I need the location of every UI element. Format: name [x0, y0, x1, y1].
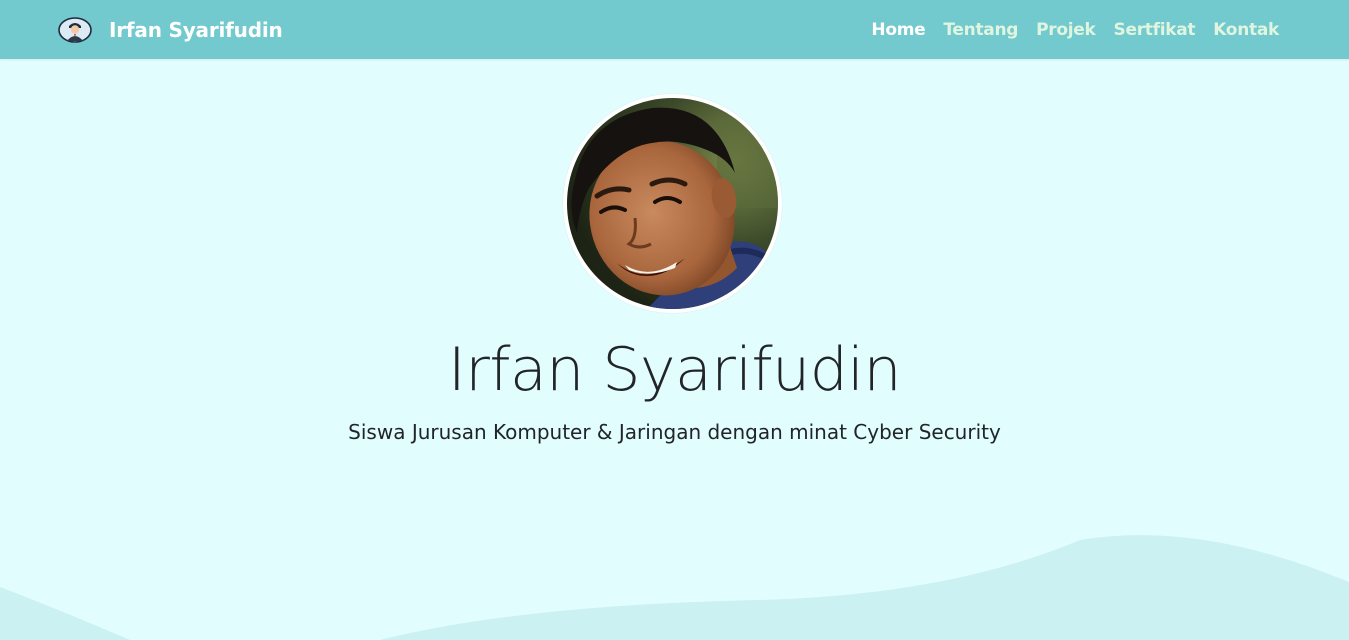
profile-photo	[563, 94, 782, 313]
nav-kontak[interactable]: Kontak	[1213, 20, 1279, 40]
hero-title: Irfan Syarifudin	[448, 335, 902, 405]
nav-tentang[interactable]: Tentang	[943, 20, 1018, 40]
nav-projek[interactable]: Projek	[1036, 20, 1096, 40]
brand-link[interactable]: Irfan Syarifudin	[58, 0, 283, 59]
profile-photo-image	[567, 98, 778, 309]
navbar: Irfan Syarifudin Home Tentang Projek Ser…	[0, 0, 1349, 59]
avatar-logo-icon	[58, 16, 109, 43]
hero-subtitle: Siswa Jurusan Komputer & Jaringan dengan…	[348, 420, 1001, 444]
hero-section: Irfan Syarifudin Siswa Jurusan Komputer …	[0, 59, 1349, 640]
nav-menu: Home Tentang Projek Sertfikat Kontak	[853, 0, 1279, 59]
nav-sertifikat[interactable]: Sertfikat	[1114, 20, 1196, 40]
brand-name: Irfan Syarifudin	[109, 17, 283, 42]
wave-decoration	[0, 535, 1349, 640]
nav-home[interactable]: Home	[871, 20, 925, 40]
